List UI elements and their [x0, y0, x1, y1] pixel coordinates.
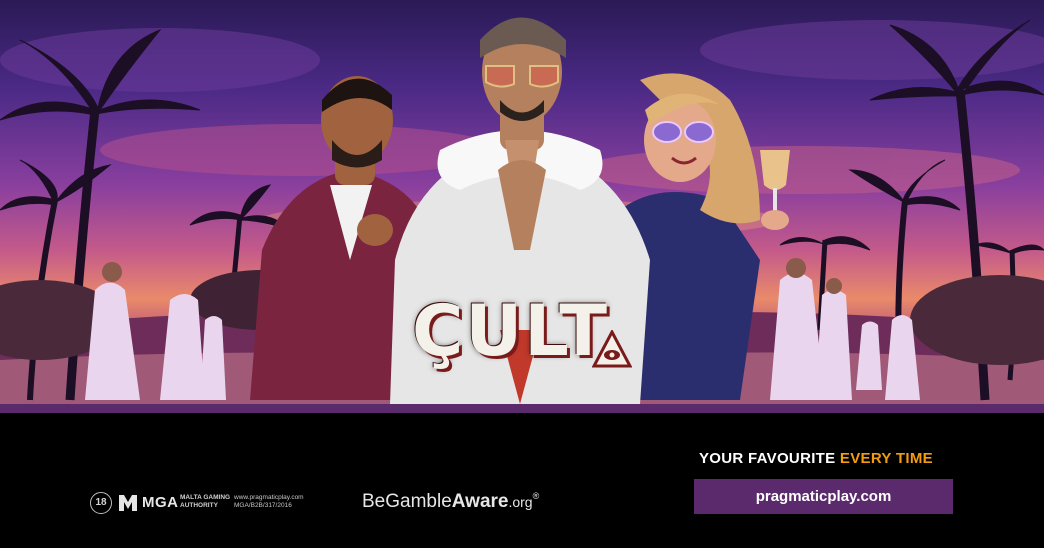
ga-gamble: Gamble	[385, 491, 452, 512]
mga-url: www.pragmaticplay.com	[234, 494, 304, 501]
mga-authority-line1: MALTA GAMING	[180, 494, 231, 501]
begambleaware-logo: BeGambleAware.org®	[362, 491, 539, 513]
ga-aware: Aware	[451, 491, 509, 512]
mga-authority-line2: AUTHORITY	[180, 502, 218, 509]
mga-logo-icon	[119, 495, 137, 511]
tagline: YOUR FAVOURITE EVERY TIME	[699, 450, 933, 467]
pragmaticplay-link-button[interactable]: pragmaticplay.com	[694, 479, 953, 514]
mga-license-block: www.pragmaticplay.com MGA/B2B/317/2016	[234, 494, 304, 510]
tagline-main: YOUR FAVOURITE	[699, 450, 836, 467]
mga-license-number: MGA/B2B/317/2016	[234, 502, 292, 509]
age-18-icon: 18	[90, 492, 112, 514]
footer: 18 MGA MALTA GAMING AUTHORITY www.pragma…	[0, 413, 1044, 548]
hero-artwork: ÇULT	[0, 0, 1044, 404]
ga-be: Be	[362, 491, 386, 512]
hero-divider	[0, 404, 1044, 413]
mga-authority: MALTA GAMING AUTHORITY	[180, 494, 230, 510]
ga-org: .org	[508, 494, 533, 510]
game-logo: ÇULT	[412, 290, 609, 372]
eye-triangle-icon	[592, 330, 632, 368]
ga-registered-mark: ®	[532, 491, 540, 501]
tagline-accent: EVERY TIME	[839, 450, 933, 467]
mga-label: MGA	[142, 494, 179, 511]
